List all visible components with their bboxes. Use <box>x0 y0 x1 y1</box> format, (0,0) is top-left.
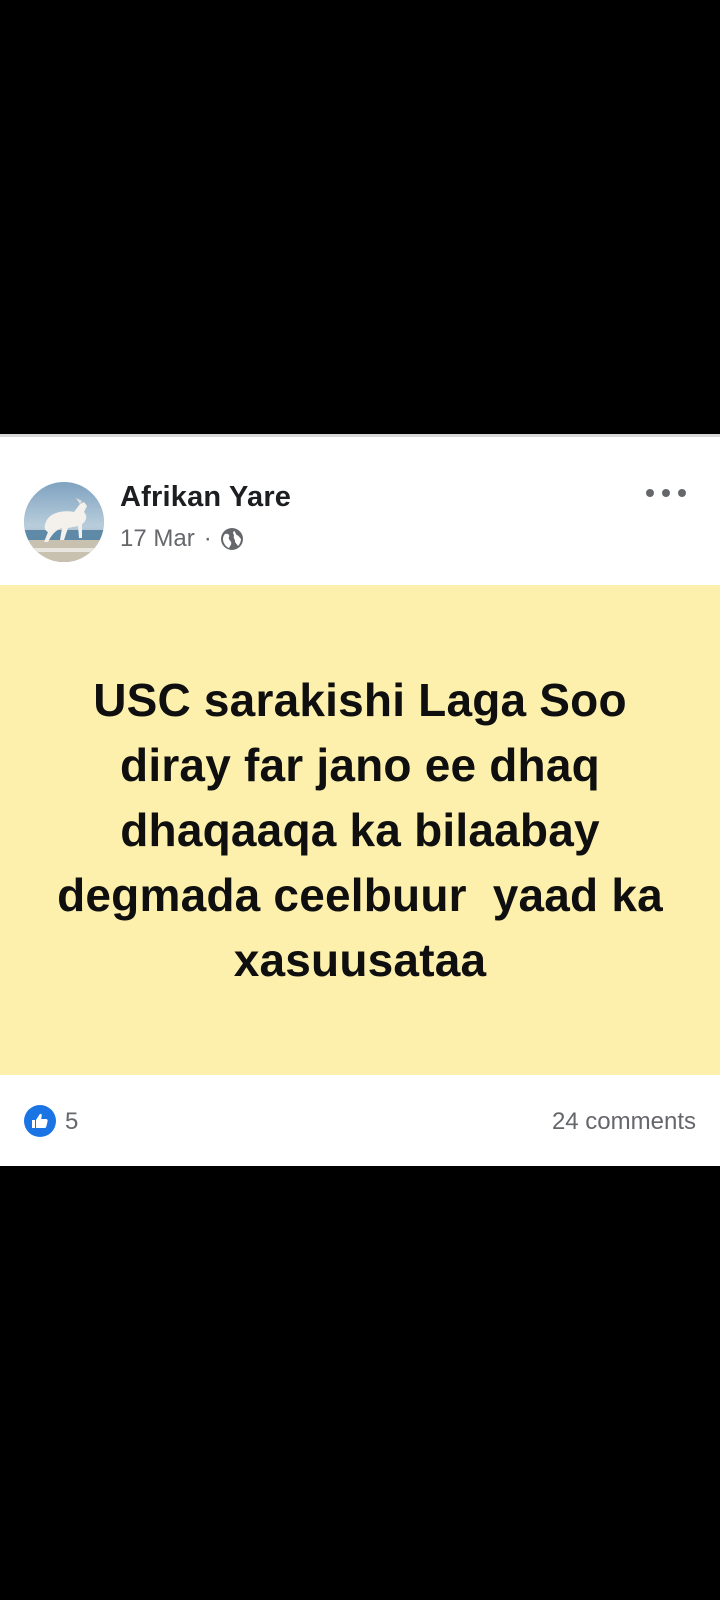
globe-icon <box>220 527 244 551</box>
comments-count[interactable]: 24 comments <box>552 1108 696 1136</box>
post-header: Afrikan Yare 17 Mar · <box>0 437 720 585</box>
dot <box>646 489 654 497</box>
screen: Afrikan Yare 17 Mar · USC sarakishi Laga… <box>0 0 720 1600</box>
meta-separator: · <box>203 525 212 552</box>
post-card: Afrikan Yare 17 Mar · USC sarakishi Laga… <box>0 434 720 1166</box>
post-footer: 5 24 comments <box>0 1075 720 1169</box>
like-count[interactable]: 5 <box>65 1108 78 1136</box>
post-date[interactable]: 17 Mar <box>120 525 195 553</box>
dot <box>678 489 686 497</box>
author-name[interactable]: Afrikan Yare <box>120 481 291 514</box>
author-avatar[interactable] <box>24 482 104 562</box>
like-icon[interactable] <box>24 1105 56 1137</box>
post-body[interactable]: USC sarakishi Laga Soo diray far jano ee… <box>0 585 720 1075</box>
more-options-icon[interactable] <box>646 481 686 505</box>
dot <box>662 489 670 497</box>
post-meta: 17 Mar · <box>120 525 244 553</box>
avatar-image <box>24 482 104 562</box>
post-text: USC sarakishi Laga Soo diray far jano ee… <box>57 673 676 986</box>
